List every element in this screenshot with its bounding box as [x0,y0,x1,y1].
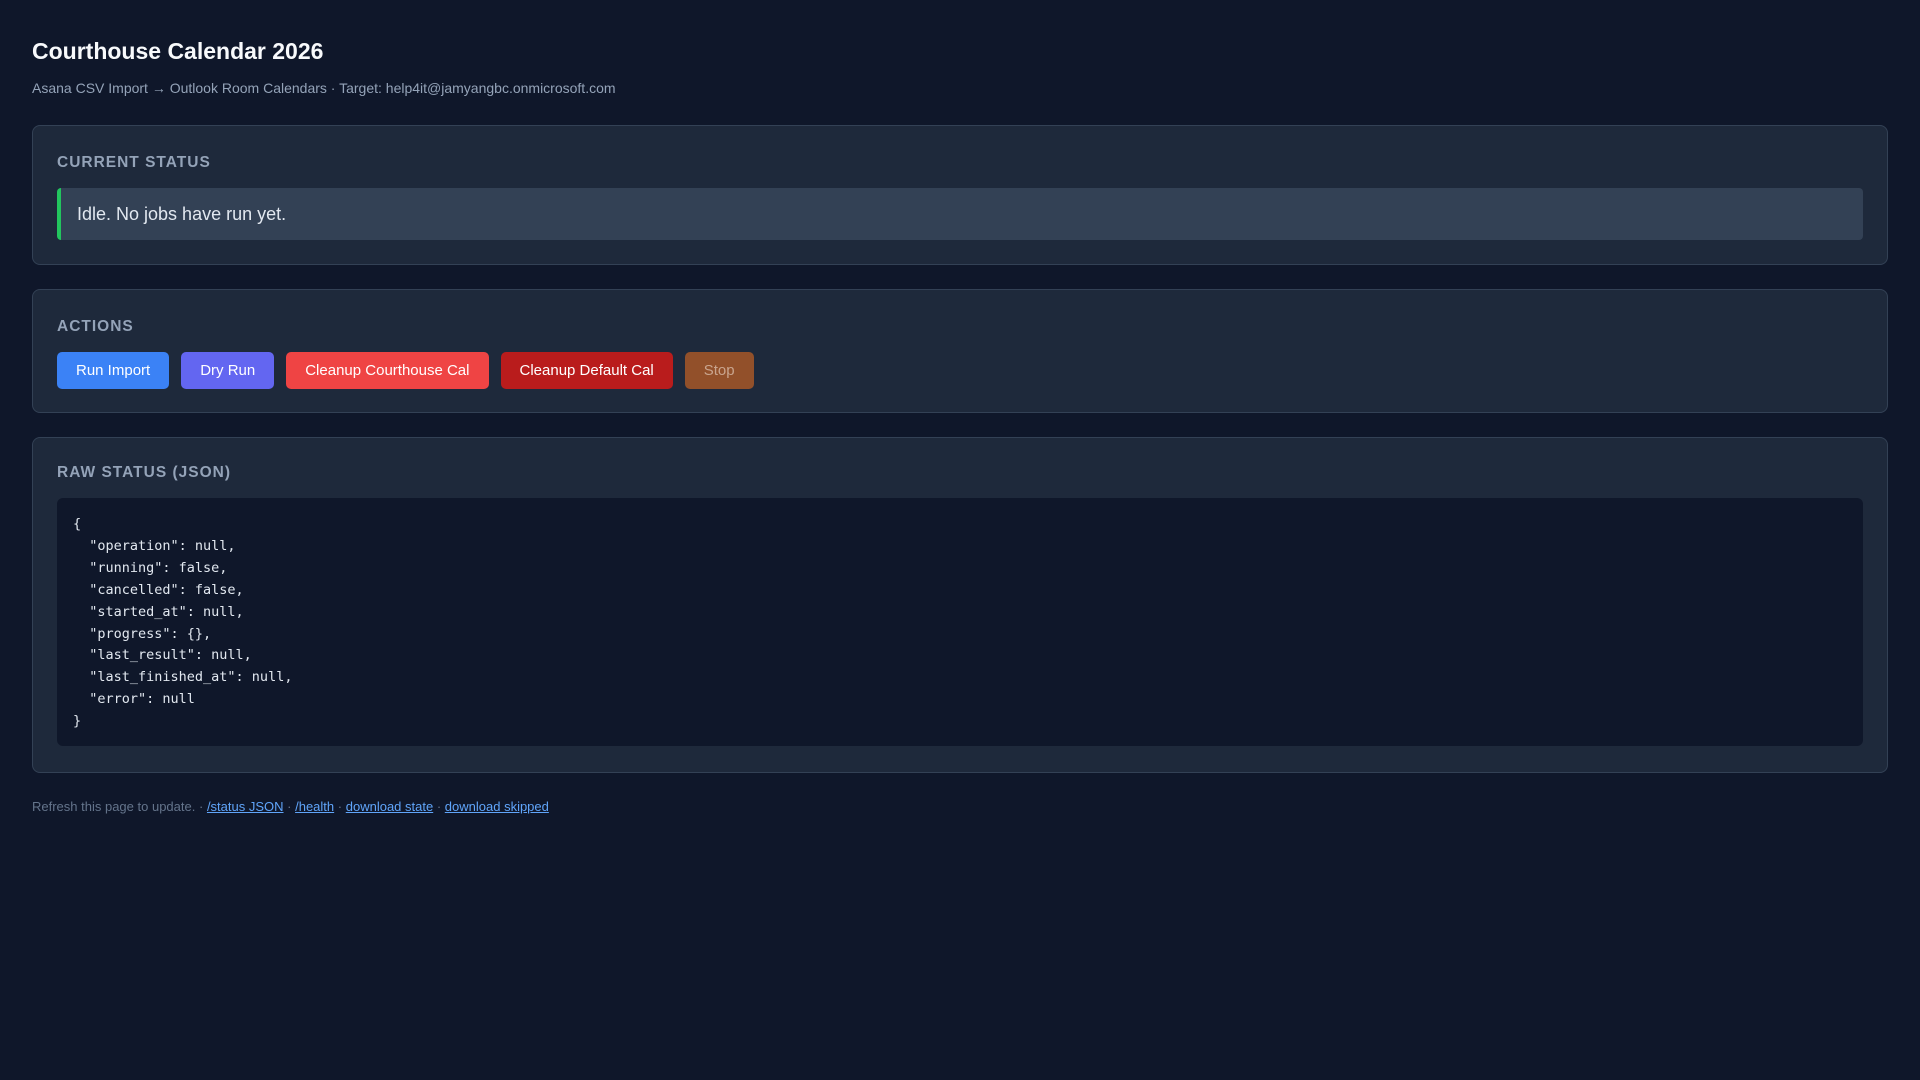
status-message: Idle. No jobs have run yet. [77,203,287,224]
download-skipped-link[interactable]: download skipped [445,799,549,814]
cleanup-default-cal-button[interactable]: Cleanup Default Cal [500,352,673,389]
raw-status-title: RAW STATUS (JSON) [57,464,232,481]
dry-run-button[interactable]: Dry Run [181,352,275,389]
actions-title: ACTIONS [57,318,134,335]
raw-status-json: { "operation": null, "running": false, "… [57,498,1863,746]
current-status-title: CURRENT STATUS [57,154,211,171]
footer-separator: · [337,799,343,814]
page-subtitle: Asana CSV Import → Outlook Room Calendar… [32,80,616,96]
footer-refresh-text: Refresh this page to update. [32,799,196,814]
current-status-card: CURRENT STATUS Idle. No jobs have run ye… [32,125,1888,265]
actions-card: ACTIONS Run Import Dry Run Cleanup Court… [32,289,1888,413]
footer: Refresh this page to update. · /status J… [32,799,1888,815]
footer-separator: · [198,799,204,814]
footer-separator: · [436,799,442,814]
page: Courthouse Calendar 2026 Asana CSV Impor… [0,0,1920,815]
page-title: Courthouse Calendar 2026 [32,38,324,64]
download-state-link[interactable]: download state [346,799,433,814]
raw-status-card: RAW STATUS (JSON) { "operation": null, "… [32,437,1888,773]
footer-separator: · [287,799,292,814]
health-link[interactable]: /health [295,799,334,814]
actions-button-row: Run Import Dry Run Cleanup Courthouse Ca… [57,352,1863,389]
stop-button[interactable]: Stop [684,352,754,389]
run-import-button[interactable]: Run Import [57,352,170,389]
status-json-link[interactable]: /status JSON [207,799,284,814]
cleanup-courthouse-cal-button[interactable]: Cleanup Courthouse Cal [286,352,489,389]
status-message-box: Idle. No jobs have run yet. [57,188,1863,240]
